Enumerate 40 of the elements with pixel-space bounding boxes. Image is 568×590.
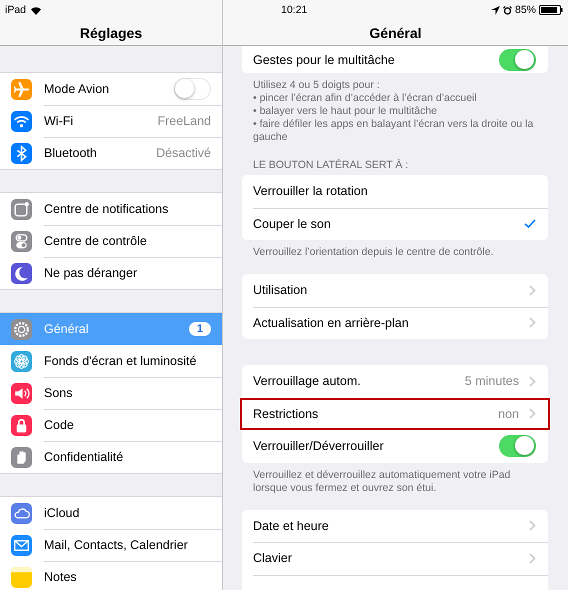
battery-percent: 85% <box>514 4 536 16</box>
footnote-text: • faire défiler les apps en balayant l’écran vers la droite ou la gauche <box>253 118 534 144</box>
item-value: Désactivé <box>156 146 211 160</box>
chevron-icon <box>529 284 536 296</box>
toggle-switch[interactable] <box>499 48 536 70</box>
wifi-icon <box>30 6 42 14</box>
chevron-icon <box>529 408 536 420</box>
settings-row[interactable]: Verrouiller/Déverrouiller <box>242 430 548 462</box>
footnote-text: • balayer vers le haut pour le multitâche <box>253 105 438 118</box>
alarm-clock-icon <box>502 6 512 14</box>
settings-row[interactable]: Verrouillage autom. 5 minutes <box>242 365 548 398</box>
toggle-switch[interactable] <box>499 435 536 458</box>
detail-title: Général <box>369 24 422 40</box>
footnote-text: • pincer l’écran afin d’accéder à l’écran d’accueil <box>253 92 478 105</box>
section-header: LE BOUTON LATÉRAL SERT À : <box>252 159 410 173</box>
settings-row[interactable]: Gestes pour le multitâche <box>242 46 548 73</box>
settings-row[interactable]: Clavier <box>242 542 548 574</box>
count-badge: 1 <box>188 322 211 336</box>
settings-row[interactable]: Date et heure <box>242 510 548 542</box>
row-value: 5 minutes <box>464 374 519 388</box>
settings-row[interactable]: Utilisation <box>242 274 548 306</box>
battery-icon <box>539 5 563 15</box>
location-arrow-icon <box>490 6 500 14</box>
footnote-text: Verrouillez l’orientation depuis le centre de contrôle. <box>253 246 494 259</box>
row-value: non <box>498 406 519 421</box>
footnote-text: Verrouillez et déverrouillez automatiquement votre iPad lorsque vous fermez et ouvrez son étui. <box>253 468 512 494</box>
settings-row[interactable]: Verrouiller la rotation <box>242 175 548 208</box>
sidebar-item[interactable]: Général 1 <box>0 313 222 345</box>
chevron-icon <box>529 520 536 532</box>
sidebar-title: Réglages <box>80 24 142 40</box>
footnote-text: Utilisez 4 ou 5 doigts pour : <box>253 79 381 92</box>
item-value: FreeLand <box>157 114 211 128</box>
settings-row[interactable]: Actualisation en arrière-plan <box>242 306 548 339</box>
settings-row[interactable]: Couper le son <box>242 208 548 240</box>
settings-row[interactable]: Restrictions non <box>240 398 550 430</box>
chevron-icon <box>529 552 536 564</box>
clock-time: 10:21 <box>281 4 308 16</box>
chevron-icon <box>529 317 536 328</box>
device-name: iPad <box>5 4 26 16</box>
chevron-icon <box>529 376 536 387</box>
